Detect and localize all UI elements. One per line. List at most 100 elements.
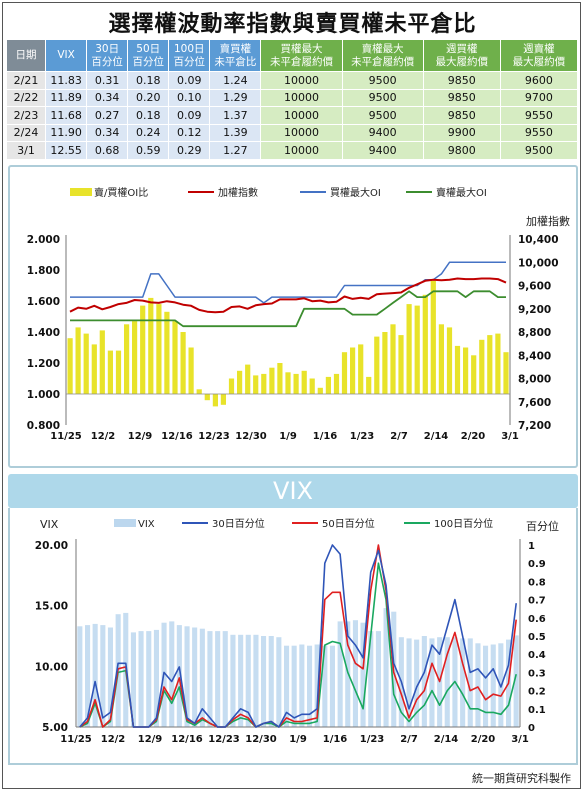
- ratio-bar: [91, 344, 97, 394]
- ratio-bar: [188, 347, 194, 394]
- table-cell: 9850: [422, 71, 501, 90]
- ratio-bar: [446, 327, 453, 394]
- table-cell: 0.34: [86, 123, 129, 142]
- vix-left-axis-label: VIX: [40, 518, 59, 531]
- ratio-bar: [341, 352, 348, 394]
- table-cell: 10000: [260, 71, 343, 90]
- y-tick-right: 10,400: [518, 234, 559, 246]
- table-cell: 11.90: [45, 123, 88, 142]
- vix-bar: [268, 636, 274, 727]
- table-cell: 9850: [422, 106, 501, 125]
- table-cell: 0.29: [168, 141, 211, 160]
- ratio-bar: [495, 333, 501, 394]
- ratio-bar: [398, 335, 404, 394]
- ratio-bar: [422, 294, 428, 394]
- table-header-4: 100日 百分位: [168, 39, 211, 72]
- table-cell: 9700: [499, 88, 579, 107]
- vix-bar: [483, 645, 489, 727]
- vix-y-tick-left: 5.00: [42, 722, 68, 734]
- table-cell: 9800: [422, 141, 501, 160]
- table-cell: 9500: [341, 71, 424, 90]
- vix-bar: [253, 634, 259, 727]
- vix-chart: VIX 30日百分位 50日百分位 100日百分位VIX 百分位20.0015.0010…: [35, 517, 559, 745]
- table-cell: 0.20: [127, 88, 170, 107]
- y-tick-left: 1.800: [27, 265, 60, 277]
- vix-bar: [276, 637, 282, 727]
- vix-legend-label-2: 50日百分位: [322, 517, 375, 530]
- table-cell: 0.31: [86, 71, 129, 90]
- table-row: 2/21 11.83 0.31 0.18 0.09 1.24 10000 9500 9850 96…: [5, 71, 579, 90]
- table-cell: 3/1: [5, 141, 47, 160]
- table-cell: 9400: [341, 141, 424, 160]
- vix-bar: [329, 645, 335, 727]
- vix-y-tick-right: 1: [528, 541, 535, 552]
- ratio-bar: [366, 376, 372, 394]
- vix-legend-swatch-0: [114, 519, 136, 527]
- vix-y-tick-left: 10.00: [35, 661, 68, 673]
- table-cell: 9500: [341, 88, 424, 107]
- table-cell: 12.55: [45, 141, 88, 160]
- vix-bar: [238, 634, 244, 727]
- vix-y-tick-right: 0.6: [528, 614, 546, 625]
- vix-x-tick: 2/7: [400, 734, 418, 745]
- x-tick: 12/23: [198, 431, 230, 442]
- y-tick-right: 9,600: [518, 281, 551, 293]
- vix-y-tick-right: 0.4: [528, 650, 546, 661]
- vix-bar: [230, 634, 236, 727]
- vix-x-tick: 3/1: [511, 734, 529, 745]
- vix-bar: [475, 643, 481, 727]
- vix-bar: [291, 645, 297, 727]
- vix-x-tick: 1/23: [360, 734, 385, 745]
- vix-x-tick: 2/20: [471, 734, 496, 745]
- ratio-bar: [228, 378, 235, 394]
- ratio-bar: [358, 344, 364, 394]
- ratio-bar: [196, 389, 202, 394]
- x-tick: 2/20: [461, 431, 486, 442]
- ratio-bar: [503, 352, 509, 394]
- vix-banner: VIX: [8, 474, 578, 508]
- table-header-1: VIX: [45, 39, 88, 72]
- y-tick-left: 1.600: [27, 296, 60, 308]
- table-cell: 2/21: [5, 71, 47, 90]
- vix-bar: [490, 644, 496, 727]
- legend-label-3: 賣權最大OI: [436, 186, 487, 199]
- ratio-bar: [325, 376, 331, 394]
- vix-y-tick-right: 0: [528, 723, 535, 734]
- vix-bar: [215, 631, 221, 727]
- x-tick: 12/9: [128, 431, 153, 442]
- vix-x-tick: 12/23: [208, 734, 240, 745]
- vix-y-tick-right: 0.8: [528, 577, 546, 588]
- table-cell: 0.59: [127, 141, 170, 160]
- p30-line: [79, 544, 517, 728]
- table-cell: 10000: [260, 106, 343, 125]
- ratio-bar: [463, 347, 469, 394]
- ratio-bar: [309, 378, 315, 394]
- table-cell: 0.34: [86, 88, 129, 107]
- ratio-bar: [83, 333, 89, 394]
- table-cell: 0.09: [168, 106, 211, 125]
- table-row: 3/1 12.55 0.68 0.59 0.29 1.27 10000 9400 9800 950…: [5, 141, 579, 160]
- vix-legend-label-1: 30日百分位: [212, 517, 265, 530]
- vix-bar: [460, 638, 466, 727]
- vix-y-tick-left: 20.00: [35, 540, 68, 552]
- vix-bar: [146, 631, 152, 727]
- table-cell: 1.24: [209, 71, 262, 90]
- table-cell: 2/24: [5, 123, 47, 142]
- legend-swatch-0: [70, 188, 92, 196]
- ratio-bar: [317, 387, 323, 394]
- ratio-bar: [212, 394, 218, 407]
- ratio-bar: [479, 339, 485, 395]
- ratio-bar: [156, 304, 162, 394]
- table-cell: 10000: [260, 123, 343, 142]
- vix-legend-label-0: VIX: [138, 519, 155, 530]
- table-cell: 9550: [499, 106, 579, 125]
- table-cell: 11.89: [45, 88, 88, 107]
- ratio-bar: [350, 347, 356, 394]
- ratio-bar: [261, 373, 267, 394]
- table-cell: 9550: [499, 123, 579, 142]
- y-tick-right: 10,000: [518, 257, 559, 269]
- table-cell: 9900: [422, 123, 501, 142]
- y-tick-right: 7,600: [518, 397, 551, 409]
- ratio-bar: [172, 321, 178, 394]
- ratio-bar: [406, 304, 412, 394]
